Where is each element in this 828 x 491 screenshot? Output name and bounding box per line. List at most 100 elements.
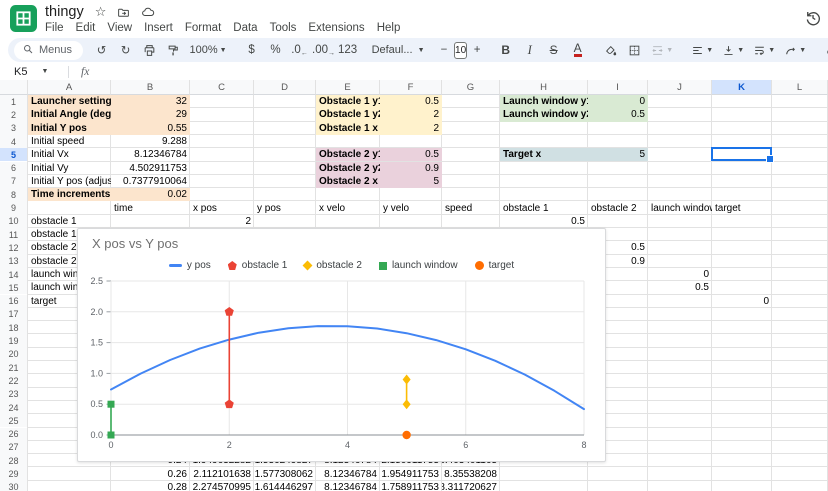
strikethrough-button[interactable]: S bbox=[542, 40, 565, 60]
menu-item-data[interactable]: Data bbox=[227, 21, 263, 35]
cell-F1[interactable]: 0.5 bbox=[380, 95, 442, 108]
cell-C9[interactable]: x pos bbox=[190, 201, 254, 214]
fill-color-button[interactable] bbox=[599, 40, 622, 60]
column-header-b[interactable]: B bbox=[111, 80, 190, 95]
cell-I9[interactable]: obstacle 2 bbox=[588, 201, 648, 214]
italic-button[interactable]: I bbox=[518, 40, 541, 60]
column-header-i[interactable]: I bbox=[588, 80, 648, 95]
cell-E30[interactable]: 8.12346784 bbox=[316, 481, 380, 491]
menu-item-view[interactable]: View bbox=[101, 21, 138, 35]
cell-B6[interactable]: 4.502911753 bbox=[111, 162, 190, 175]
row-header-14[interactable]: 14 bbox=[0, 268, 28, 281]
cell-B9[interactable]: time bbox=[111, 201, 190, 214]
cell-F30[interactable]: 1.758911753 bbox=[380, 481, 442, 491]
document-title[interactable]: thingy bbox=[45, 4, 84, 20]
embedded-chart[interactable]: X pos vs Y pos y posobstacle 1obstacle 2… bbox=[77, 228, 606, 462]
row-header-6[interactable]: 6 bbox=[0, 162, 28, 175]
cell-B4[interactable]: 9.288 bbox=[111, 135, 190, 148]
cell-B29[interactable]: 0.26 bbox=[111, 467, 190, 480]
cell-B8[interactable]: 0.02 bbox=[111, 188, 190, 201]
row-header-21[interactable]: 21 bbox=[0, 361, 28, 374]
move-icon[interactable] bbox=[117, 6, 130, 19]
cell-H2[interactable]: Launch window y2 bbox=[500, 108, 588, 121]
row-header-1[interactable]: 1 bbox=[0, 95, 28, 108]
cell-A5[interactable]: Initial Vx bbox=[28, 148, 111, 161]
cell-D30[interactable]: 1.614446297 bbox=[254, 481, 316, 491]
row-header-28[interactable]: 28 bbox=[0, 454, 28, 467]
menu-item-format[interactable]: Format bbox=[179, 21, 227, 35]
vertical-align-button[interactable]: ▼ bbox=[718, 40, 748, 60]
cell-H9[interactable]: obstacle 1 bbox=[500, 201, 588, 214]
cell-A8[interactable]: Time increments bbox=[28, 188, 111, 201]
menu-item-insert[interactable]: Insert bbox=[138, 21, 179, 35]
paint-format-button[interactable] bbox=[162, 40, 185, 60]
print-button[interactable] bbox=[138, 40, 161, 60]
increase-decimal-button[interactable]: .00→ bbox=[312, 40, 335, 60]
name-box[interactable]: K5 ▼ bbox=[0, 66, 66, 78]
insert-link-button[interactable] bbox=[820, 40, 828, 60]
cell-H5[interactable]: Target x bbox=[500, 148, 588, 161]
cell-J14[interactable]: 0 bbox=[648, 268, 712, 281]
cell-F5[interactable]: 0.5 bbox=[380, 148, 442, 161]
row-header-18[interactable]: 18 bbox=[0, 321, 28, 334]
number-format-button[interactable]: 123 bbox=[336, 40, 359, 60]
cell-E5[interactable]: Obstacle 2 y1 bbox=[316, 148, 380, 161]
column-header-f[interactable]: F bbox=[380, 80, 442, 95]
row-header-16[interactable]: 16 bbox=[0, 295, 28, 308]
row-header-13[interactable]: 13 bbox=[0, 255, 28, 268]
selected-cell-outline[interactable] bbox=[711, 147, 772, 161]
row-header-22[interactable]: 22 bbox=[0, 374, 28, 387]
cell-K9[interactable]: target bbox=[712, 201, 772, 214]
cell-F6[interactable]: 0.9 bbox=[380, 162, 442, 175]
format-percent-button[interactable]: % bbox=[264, 40, 287, 60]
font-family-select[interactable]: Defaul...▼ bbox=[369, 40, 427, 60]
row-header-2[interactable]: 2 bbox=[0, 108, 28, 121]
horizontal-align-button[interactable]: ▼ bbox=[687, 40, 717, 60]
cell-I1[interactable]: 0 bbox=[588, 95, 648, 108]
row-header-9[interactable]: 9 bbox=[0, 201, 28, 214]
cell-G9[interactable]: speed bbox=[442, 201, 500, 214]
row-header-17[interactable]: 17 bbox=[0, 308, 28, 321]
menu-item-edit[interactable]: Edit bbox=[70, 21, 102, 35]
row-header-12[interactable]: 12 bbox=[0, 241, 28, 254]
menu-item-tools[interactable]: Tools bbox=[264, 21, 303, 35]
increase-font-size-button[interactable]: + bbox=[470, 40, 484, 60]
row-header-19[interactable]: 19 bbox=[0, 334, 28, 347]
cell-A10[interactable]: obstacle 1 bbox=[28, 215, 111, 228]
redo-button[interactable]: ↻ bbox=[114, 40, 137, 60]
column-header-c[interactable]: C bbox=[190, 80, 254, 95]
row-header-20[interactable]: 20 bbox=[0, 348, 28, 361]
cell-A7[interactable]: Initial Y pos (adjusted bbox=[28, 175, 111, 188]
cell-E6[interactable]: Obstacle 2 y2 bbox=[316, 162, 380, 175]
cell-B2[interactable]: 29 bbox=[111, 108, 190, 121]
menu-item-file[interactable]: File bbox=[39, 21, 70, 35]
cell-C10[interactable]: 2 bbox=[190, 215, 254, 228]
cell-E7[interactable]: Obstacle 2 x bbox=[316, 175, 380, 188]
row-header-7[interactable]: 7 bbox=[0, 175, 28, 188]
sheets-logo-icon[interactable] bbox=[10, 5, 37, 32]
row-header-25[interactable]: 25 bbox=[0, 414, 28, 427]
cell-F9[interactable]: y velo bbox=[380, 201, 442, 214]
row-header-23[interactable]: 23 bbox=[0, 388, 28, 401]
cell-E1[interactable]: Obstacle 1 y1 bbox=[316, 95, 380, 108]
cell-I2[interactable]: 0.5 bbox=[588, 108, 648, 121]
cell-E29[interactable]: 8.12346784 bbox=[316, 467, 380, 480]
column-header-j[interactable]: J bbox=[648, 80, 712, 95]
column-header-e[interactable]: E bbox=[316, 80, 380, 95]
cell-J15[interactable]: 0.5 bbox=[648, 281, 712, 294]
cell-B30[interactable]: 0.28 bbox=[111, 481, 190, 491]
cell-A3[interactable]: Initial Y pos bbox=[28, 122, 111, 135]
row-header-11[interactable]: 11 bbox=[0, 228, 28, 241]
row-header-27[interactable]: 27 bbox=[0, 441, 28, 454]
row-header-8[interactable]: 8 bbox=[0, 188, 28, 201]
borders-button[interactable] bbox=[623, 40, 646, 60]
column-header-a[interactable]: A bbox=[28, 80, 111, 95]
row-header-30[interactable]: 30 bbox=[0, 481, 28, 491]
row-header-3[interactable]: 3 bbox=[0, 122, 28, 135]
column-header-l[interactable]: L bbox=[772, 80, 828, 95]
menu-item-extensions[interactable]: Extensions bbox=[302, 21, 370, 35]
star-icon[interactable]: ☆ bbox=[95, 4, 107, 20]
row-header-10[interactable]: 10 bbox=[0, 215, 28, 228]
cell-F29[interactable]: 1.954911753 bbox=[380, 467, 442, 480]
cell-C30[interactable]: 2.274570995 bbox=[190, 481, 254, 491]
